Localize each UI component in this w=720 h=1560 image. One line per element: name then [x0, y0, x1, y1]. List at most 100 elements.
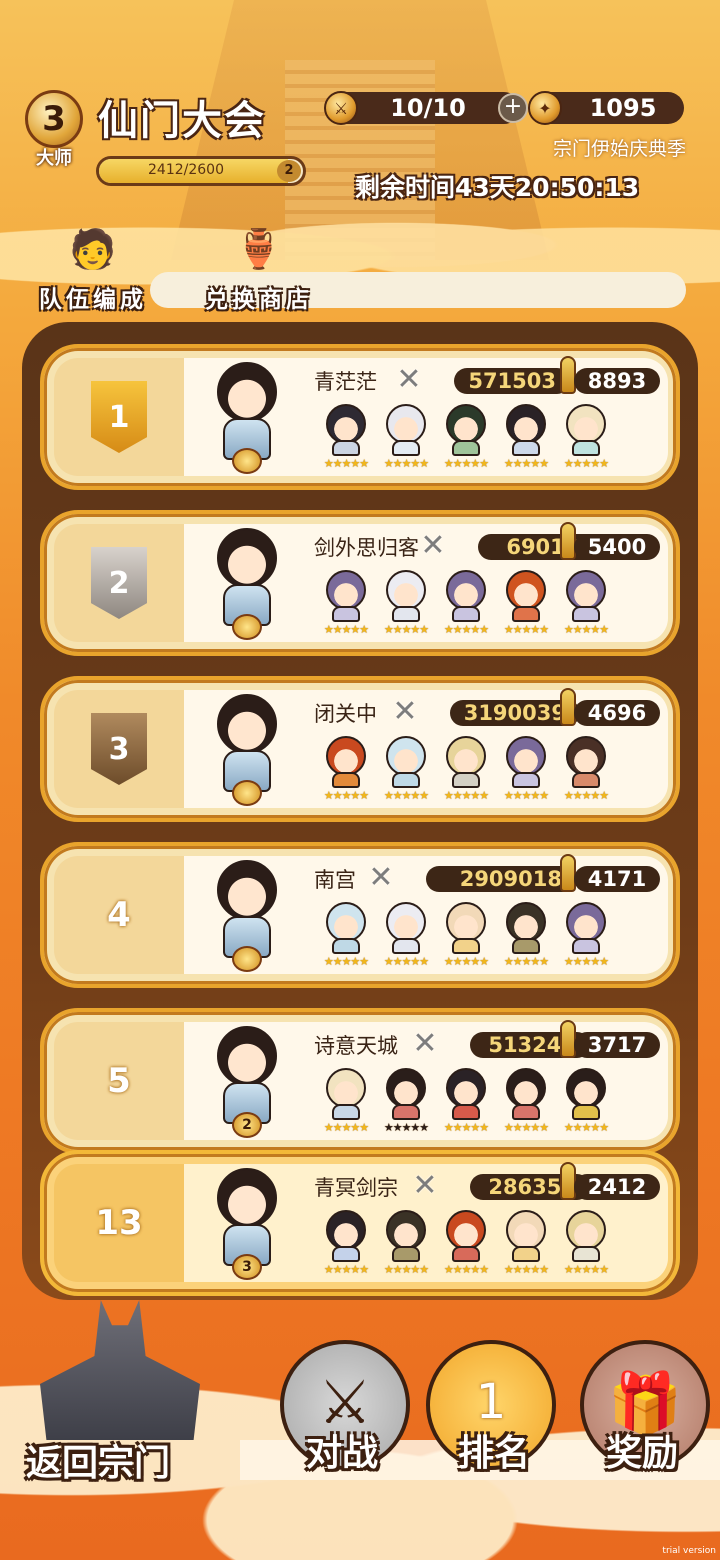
hero-body — [392, 772, 420, 788]
hero-stars: ★★★★★ — [503, 1263, 549, 1276]
hero-body — [392, 1246, 420, 1262]
hero-portrait[interactable]: ★★★★★ — [556, 1208, 616, 1276]
rank-banner-icon: 1 — [475, 1374, 507, 1430]
hero-head — [386, 404, 426, 444]
currency-value: 1095 — [589, 94, 657, 122]
team-score: 4171 — [574, 866, 660, 892]
hero-stars: ★★★★★ — [383, 789, 429, 802]
hero-portrait[interactable]: ★★★★★ — [376, 568, 436, 636]
hero-portrait[interactable]: ★★★★★ — [436, 900, 496, 968]
team-leader-avatar[interactable] — [208, 860, 286, 972]
hero-portrait[interactable]: ★★★★★ — [556, 1066, 616, 1134]
team-leader-avatar[interactable] — [208, 528, 286, 640]
battle-tab-label: 对战 — [306, 1433, 379, 1474]
hero-portrait[interactable]: ★★★★★ — [496, 568, 556, 636]
hero-portrait[interactable]: ★★★★★ — [496, 734, 556, 802]
hero-portrait[interactable]: ★★★★★ — [316, 568, 376, 636]
hero-stars: ★★★★★ — [323, 623, 369, 636]
hero-head — [506, 736, 546, 776]
combat-power-icon: ✕ — [412, 1167, 438, 1203]
hero-stars: ★★★★★ — [323, 1121, 369, 1134]
rank-flag-icon: 2 — [91, 547, 147, 619]
hero-portrait[interactable]: ★★★★★ — [556, 734, 616, 802]
team-name: 南宫 — [314, 868, 356, 892]
hero-portrait[interactable]: ★★★★★ — [556, 402, 616, 470]
ranking-row[interactable]: 5 2 诗意天城 513240 ✕ 3717 ★★★★★ ★★★★★ ★★★★★… — [40, 1008, 680, 1154]
player-rank-badge[interactable]: 3 大师 — [14, 90, 94, 180]
hero-portrait[interactable]: ★★★★★ — [316, 734, 376, 802]
team-leader-avatar[interactable] — [208, 694, 286, 806]
hero-portrait[interactable]: ★★★★★ — [496, 1066, 556, 1134]
team-score: 3717 — [574, 1032, 660, 1058]
team-leader-avatar[interactable] — [208, 362, 286, 474]
stamina-icon: ⚔ — [324, 91, 358, 125]
hero-lineup: ★★★★★ ★★★★★ ★★★★★ ★★★★★ ★★★★★ — [316, 568, 616, 636]
token-shop-icon: 🏺 — [235, 226, 283, 271]
hero-portrait[interactable]: ★★★★★ — [436, 734, 496, 802]
hero-portrait[interactable]: ★★★★★ — [316, 1066, 376, 1134]
combat-power-icon: ✕ — [368, 859, 394, 895]
hero-stars: ★★★★★ — [563, 1121, 609, 1134]
leader-head — [217, 860, 277, 920]
hero-portrait[interactable]: ★★★★★ — [316, 900, 376, 968]
hero-lineup: ★★★★★ ★★★★★ ★★★★★ ★★★★★ ★★★★★ — [316, 734, 616, 802]
hero-head — [326, 902, 366, 942]
hero-lineup: ★★★★★ ★★★★★ ★★★★★ ★★★★★ ★★★★★ — [316, 1066, 616, 1134]
hero-stars: ★★★★★ — [323, 1263, 369, 1276]
exp-progress-text: 2412/2600 — [148, 162, 224, 178]
hero-portrait[interactable]: ★★★★★ — [316, 1208, 376, 1276]
rank-number: 5 — [107, 1061, 131, 1101]
hero-head — [566, 736, 606, 776]
hero-portrait[interactable]: ★★★★★ — [436, 402, 496, 470]
ranking-row[interactable]: 4 南宫 2909018 ✕ 4171 ★★★★★ ★★★★★ ★★★★★ ★★… — [40, 842, 680, 988]
hero-stars: ★★★★★ — [563, 955, 609, 968]
score-token-icon — [560, 1162, 576, 1200]
hero-head — [446, 902, 486, 942]
team-leader-avatar[interactable]: 2 — [208, 1026, 286, 1138]
hero-body — [572, 772, 600, 788]
hero-portrait[interactable]: ★★★★★ — [436, 1066, 496, 1134]
hero-stars: ★★★★★ — [383, 955, 429, 968]
hero-portrait[interactable]: ★★★★★ — [496, 900, 556, 968]
hero-portrait[interactable]: ★★★★★ — [496, 402, 556, 470]
hero-body — [392, 606, 420, 622]
hero-portrait[interactable]: ★★★★★ — [376, 1208, 436, 1276]
exchange-shop-button[interactable]: 🏺 兑换商店 — [194, 218, 324, 314]
hero-portrait[interactable]: ★★★★★ — [376, 1066, 436, 1134]
hero-portrait[interactable]: ★★★★★ — [376, 734, 436, 802]
rank-slot: 1 — [54, 358, 184, 476]
combat-power-icon: ✕ — [412, 1025, 438, 1061]
ranking-row[interactable]: 2 剑外思归客 690132 ✕ 5400 ★★★★★ ★★★★★ ★★★★★ … — [40, 510, 680, 656]
team-leader-avatar[interactable]: 3 — [208, 1168, 286, 1280]
hero-stars: ★★★★★ — [443, 1121, 489, 1134]
team-member-icon: 🧑 — [69, 226, 117, 271]
hero-stars: ★★★★★ — [323, 789, 369, 802]
hero-body — [452, 938, 480, 954]
hero-body — [512, 440, 540, 456]
hero-head — [386, 570, 426, 610]
hero-portrait[interactable]: ★★★★★ — [436, 1208, 496, 1276]
hero-body — [332, 772, 360, 788]
hero-portrait[interactable]: ★★★★★ — [496, 1208, 556, 1276]
hero-body — [332, 1246, 360, 1262]
hero-portrait[interactable]: ★★★★★ — [556, 568, 616, 636]
team-setup-button[interactable]: 🧑 队伍编成 — [28, 218, 158, 314]
hero-stars: ★★★★★ — [443, 789, 489, 802]
return-to-sect-button[interactable]: 返回宗门 — [20, 1290, 220, 1490]
leader-rank-emblem — [232, 780, 262, 806]
team-score: 5400 — [574, 534, 660, 560]
currency-counter: ✦ 1095 — [528, 91, 684, 125]
hero-portrait[interactable]: ★★★★★ — [556, 900, 616, 968]
ranking-row[interactable]: 1 青茫茫 571503 ✕ 8893 ★★★★★ ★★★★★ ★★★★★ ★★… — [40, 344, 680, 490]
add-stamina-button[interactable]: + — [498, 93, 528, 123]
hero-portrait[interactable]: ★★★★★ — [316, 402, 376, 470]
hero-portrait[interactable]: ★★★★★ — [376, 900, 436, 968]
hero-portrait[interactable]: ★★★★★ — [436, 568, 496, 636]
hero-stars: ★★★★★ — [323, 457, 369, 470]
hero-portrait[interactable]: ★★★★★ — [376, 402, 436, 470]
rank-slot: 2 — [54, 524, 184, 642]
ranking-row[interactable]: 3 闭关中 3190039 ✕ 4696 ★★★★★ ★★★★★ ★★★★★ ★… — [40, 676, 680, 822]
ranking-row[interactable]: 13 3 青冥剑宗 286350 ✕ 2412 ★★★★★ ★★★★★ ★★★★… — [40, 1150, 680, 1296]
hero-stars: ★★★★★ — [383, 1263, 429, 1276]
rank-number: 13 — [95, 1203, 143, 1243]
